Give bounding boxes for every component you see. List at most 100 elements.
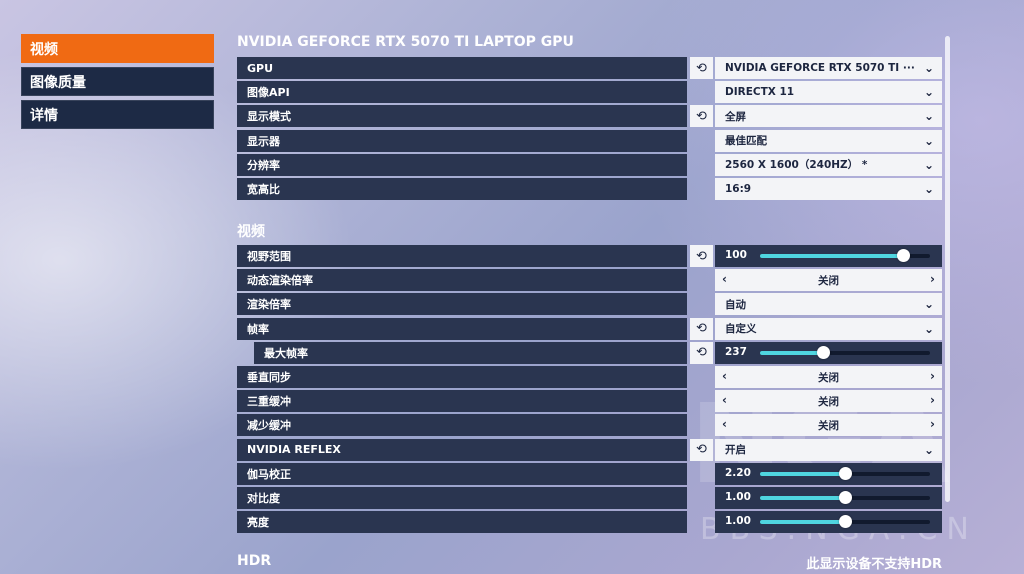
slider-track[interactable] [760, 515, 930, 529]
slider-knob[interactable] [816, 345, 830, 359]
chevron-left-icon[interactable]: ‹ [722, 417, 727, 431]
setting-label: 三重缓冲 [237, 390, 687, 413]
chevron-left-icon[interactable]: ‹ [722, 369, 727, 383]
chevron-right-icon[interactable]: › [930, 369, 935, 383]
chevron-down-icon: ⌄ [923, 61, 934, 75]
dropdown-value: 自定义 [725, 323, 757, 336]
setting-toggle[interactable]: ‹ 关闭 › [715, 414, 942, 437]
setting-row: 亮度 1.00 [237, 511, 942, 534]
setting-slider[interactable]: 1.00 [715, 511, 942, 534]
reset-icon[interactable]: ⟲ [690, 57, 713, 79]
chevron-right-icon[interactable]: › [930, 393, 935, 407]
setting-row: 视野范围 ⟲ 100 [237, 245, 942, 267]
chevron-down-icon: ⌄ [923, 182, 934, 196]
setting-toggle[interactable]: ‹ 关闭 › [715, 269, 942, 292]
chevron-down-icon: ⌄ [923, 442, 934, 457]
setting-label: 动态渲染倍率 [237, 269, 687, 292]
setting-dropdown[interactable]: 16:9 ⌄ [715, 178, 942, 200]
reset-icon[interactable]: ⟲ [690, 317, 713, 340]
chevron-left-icon[interactable]: ‹ [722, 393, 727, 407]
setting-row: 减少缓冲 ‹ 关闭 › [237, 414, 942, 437]
setting-dropdown[interactable]: 最佳匹配 ⌄ [715, 129, 942, 152]
chevron-down-icon: ⌄ [923, 133, 934, 148]
setting-label: 渲染倍率 [237, 293, 687, 316]
setting-label-text: GPU [247, 61, 274, 75]
slider-fill [760, 350, 823, 355]
chevron-left-icon[interactable]: ‹ [722, 272, 727, 286]
setting-row: 图像API DIRECTX 11 ⌄ [237, 81, 942, 104]
nav-tab-label: 视频 [30, 41, 58, 58]
nav-tab-1[interactable]: 图像质量 [21, 67, 214, 96]
reset-icon[interactable]: ⟲ [690, 105, 713, 128]
setting-row: 帧率 ⟲ 自定义 ⌄ [237, 317, 942, 340]
setting-label: 视野范围 [237, 245, 687, 267]
slider-fill [760, 254, 903, 258]
setting-dropdown[interactable]: NVIDIA GEFORCE RTX 5070 TI ··· ⌄ [715, 57, 942, 79]
setting-label: GPU [237, 57, 687, 79]
toggle-value: 关闭 [818, 274, 839, 287]
slider-track[interactable] [760, 345, 930, 359]
setting-label-text: 宽高比 [247, 183, 280, 196]
slider-value: 1.00 [725, 515, 751, 528]
slider-fill [760, 471, 845, 476]
setting-toggle[interactable]: ‹ 关闭 › [715, 366, 942, 388]
setting-label-text: NVIDIA REFLEX [247, 443, 341, 457]
chevron-down-icon: ⌄ [923, 297, 934, 312]
toggle-value: 关闭 [818, 419, 839, 432]
setting-dropdown[interactable]: 自动 ⌄ [715, 293, 942, 316]
slider-track[interactable] [760, 466, 930, 480]
reset-icon[interactable]: ⟲ [690, 438, 713, 461]
setting-label-text: 伽马校正 [247, 467, 291, 481]
chevron-down-icon: ⌄ [923, 85, 934, 100]
setting-row: 渲染倍率 自动 ⌄ [237, 293, 942, 316]
setting-dropdown[interactable]: 开启 ⌄ [715, 438, 942, 461]
chevron-down-icon: ⌄ [923, 157, 934, 172]
slider-fill [760, 496, 845, 500]
slider-knob[interactable] [839, 491, 852, 504]
setting-row: 三重缓冲 ‹ 关闭 › [237, 390, 942, 413]
setting-label: 垂直同步 [237, 366, 687, 388]
slider-track[interactable] [760, 249, 930, 262]
setting-label-text: 显示器 [247, 134, 280, 148]
slider-knob[interactable] [839, 515, 852, 529]
setting-label: 显示模式 [237, 105, 687, 128]
slider-knob[interactable] [839, 466, 852, 480]
setting-label: 图像API [237, 81, 687, 104]
chevron-right-icon[interactable]: › [930, 417, 935, 431]
dropdown-value: DIRECTX 11 [725, 86, 795, 99]
dropdown-value: 16:9 [725, 183, 752, 195]
setting-slider[interactable]: 2.20 [715, 462, 942, 485]
setting-toggle[interactable]: ‹ 关闭 › [715, 390, 942, 413]
setting-row: 对比度 1.00 [237, 487, 942, 509]
setting-slider[interactable]: 1.00 [715, 487, 942, 509]
setting-label: NVIDIA REFLEX [237, 438, 687, 461]
scrollbar[interactable] [945, 36, 950, 502]
setting-label: 对比度 [237, 487, 687, 509]
slider-track[interactable] [760, 491, 930, 504]
setting-dropdown[interactable]: DIRECTX 11 ⌄ [715, 81, 942, 104]
setting-row: 伽马校正 2.20 [237, 462, 942, 485]
setting-label: 分辨率 [237, 153, 687, 176]
dropdown-value: 全屏 [725, 110, 746, 123]
chevron-right-icon[interactable]: › [930, 272, 935, 286]
setting-dropdown[interactable]: 自定义 ⌄ [715, 317, 942, 340]
slider-knob[interactable] [896, 249, 910, 262]
nav-tab-2[interactable]: 详情 [21, 100, 214, 129]
slider-value: 100 [725, 249, 747, 261]
setting-slider[interactable]: 100 [715, 245, 942, 267]
setting-row: GPU ⟲ NVIDIA GEFORCE RTX 5070 TI ··· ⌄ [237, 57, 942, 79]
setting-row: NVIDIA REFLEX ⟲ 开启 ⌄ [237, 438, 942, 461]
reset-icon[interactable]: ⟲ [690, 341, 713, 364]
setting-label-text: 渲染倍率 [247, 298, 291, 312]
setting-dropdown[interactable]: 全屏 ⌄ [715, 105, 942, 128]
nav-tab-0[interactable]: 视频 [21, 34, 214, 63]
setting-slider[interactable]: 237 [715, 341, 942, 364]
setting-label-text: 动态渲染倍率 [247, 274, 313, 288]
setting-dropdown[interactable]: 2560 X 1600（240HZ） * ⌄ [715, 153, 942, 176]
reset-icon[interactable]: ⟲ [690, 245, 713, 267]
setting-label-text: 亮度 [247, 516, 269, 530]
chevron-down-icon: ⌄ [923, 321, 934, 336]
setting-row: 显示器 最佳匹配 ⌄ [237, 129, 942, 152]
settings-nav: 视频图像质量详情 [21, 34, 214, 133]
toggle-value: 关闭 [818, 371, 839, 384]
